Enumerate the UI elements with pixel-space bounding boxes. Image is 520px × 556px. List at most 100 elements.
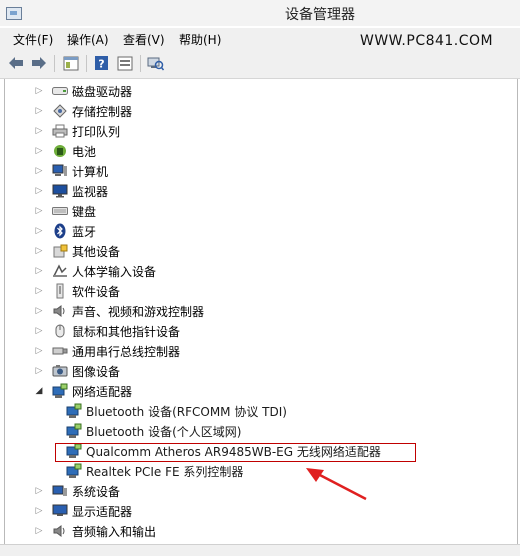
tree-item-label: 计算机	[72, 164, 109, 179]
network-adapter-icon	[52, 383, 68, 399]
tree-item-label: 存储控制器	[72, 104, 133, 119]
camera-icon	[52, 363, 68, 379]
tree-item-label: 声音、视频和游戏控制器	[72, 304, 205, 319]
tree-item-label: 图像设备	[72, 364, 121, 379]
expand-arrow-icon[interactable]: ▷	[34, 526, 44, 536]
computer-icon	[52, 163, 68, 179]
annotation-arrow	[306, 468, 367, 501]
tree-item-usb-controllers[interactable]: ▷ 通用串行总线控制器	[34, 341, 180, 361]
tree-child-bluetooth-rfcomm[interactable]: Bluetooth 设备(RFCOMM 协议 TDI)	[66, 401, 287, 421]
tree-item-hid[interactable]: ▷ 人体学输入设备	[34, 261, 156, 281]
horizontal-scrollbar[interactable]	[0, 544, 520, 556]
toolbar-separator	[86, 55, 87, 72]
expand-arrow-icon[interactable]: ▷	[34, 226, 44, 236]
keyboard-icon	[52, 203, 68, 219]
tree-item-label: Realtek PCIe FE 系列控制器	[86, 464, 244, 479]
software-device-icon	[52, 283, 68, 299]
toolbar-separator	[140, 55, 141, 72]
tree-item-monitors[interactable]: ▷ 监视器	[34, 181, 108, 201]
monitor-icon	[52, 183, 68, 199]
tree-item-label: 监视器	[72, 184, 109, 199]
tree-item-imaging-devices[interactable]: ▷ 图像设备	[34, 361, 120, 381]
tree-item-mice[interactable]: ▷ 鼠标和其他指针设备	[34, 321, 180, 341]
system-device-icon	[52, 483, 68, 499]
tree-item-disk-drives[interactable]: ▷ 磁盘驱动器	[34, 81, 132, 101]
tree-item-system-devices[interactable]: ▷ 系统设备	[34, 481, 120, 501]
mouse-icon	[52, 323, 68, 339]
toolbar: ?	[0, 50, 520, 79]
menu-view[interactable]: 查看(V)	[123, 31, 165, 48]
usb-icon	[52, 343, 68, 359]
title-bar: 设备管理器	[0, 0, 520, 26]
help-icon[interactable]: ?	[93, 55, 110, 71]
view-icon[interactable]	[116, 55, 133, 71]
menu-help[interactable]: 帮助(H)	[179, 31, 221, 48]
tree-child-realtek-pcie[interactable]: Realtek PCIe FE 系列控制器	[66, 461, 243, 481]
storage-controller-icon	[52, 103, 68, 119]
window-title: 设备管理器	[285, 7, 355, 23]
tree-item-print-queues[interactable]: ▷ 打印队列	[34, 121, 120, 141]
expand-arrow-icon[interactable]: ▷	[34, 266, 44, 276]
expand-arrow-icon[interactable]: ▷	[34, 366, 44, 376]
menu-action[interactable]: 操作(A)	[67, 31, 109, 48]
tree-item-storage-controllers[interactable]: ▷ 存储控制器	[34, 101, 132, 121]
disk-drive-icon	[52, 83, 68, 99]
tree-item-network-adapters[interactable]: ◢ 网络适配器	[34, 381, 132, 401]
network-adapter-icon	[66, 463, 82, 479]
network-adapter-icon	[66, 423, 82, 439]
expand-arrow-icon[interactable]: ▷	[34, 186, 44, 196]
menu-file[interactable]: 文件(F)	[13, 31, 53, 48]
expand-arrow-icon[interactable]: ▷	[34, 306, 44, 316]
tree-item-label: 系统设备	[72, 484, 121, 499]
expand-arrow-icon[interactable]: ▷	[34, 106, 44, 116]
expand-arrow-icon[interactable]: ▷	[34, 326, 44, 336]
tree-item-batteries[interactable]: ▷ 电池	[34, 141, 96, 161]
tree-item-computer[interactable]: ▷ 计算机	[34, 161, 108, 181]
tree-item-label: 电池	[72, 144, 97, 159]
tree-item-sound-video-game[interactable]: ▷ 声音、视频和游戏控制器	[34, 301, 204, 321]
audio-io-icon	[52, 523, 68, 539]
expand-arrow-icon[interactable]: ▷	[34, 286, 44, 296]
scan-hardware-icon[interactable]	[147, 55, 164, 71]
tree-child-bluetooth-pan[interactable]: Bluetooth 设备(个人区域网)	[66, 421, 241, 441]
svg-text:?: ?	[98, 58, 104, 71]
tree-item-label: Bluetooth 设备(RFCOMM 协议 TDI)	[86, 404, 287, 419]
expand-arrow-icon[interactable]: ▷	[34, 246, 44, 256]
tree-item-label: Bluetooth 设备(个人区域网)	[86, 424, 242, 439]
expand-arrow-icon[interactable]: ▷	[34, 86, 44, 96]
expand-arrow-icon[interactable]: ▷	[34, 146, 44, 156]
tree-item-label: 键盘	[72, 204, 97, 219]
tree-item-label: 打印队列	[72, 124, 121, 139]
tree-item-display-adapters[interactable]: ▷ 显示适配器	[34, 501, 132, 521]
display-adapter-icon	[52, 503, 68, 519]
printer-icon	[52, 123, 68, 139]
forward-icon[interactable]	[30, 55, 47, 71]
tree-item-audio-io[interactable]: ▷ 音频输入和输出	[34, 521, 156, 541]
collapse-arrow-icon[interactable]: ◢	[34, 386, 44, 396]
network-adapter-icon	[66, 403, 82, 419]
tree-item-software-devices[interactable]: ▷ 软件设备	[34, 281, 120, 301]
tree-item-label: 人体学输入设备	[72, 264, 157, 279]
expand-arrow-icon[interactable]: ▷	[34, 506, 44, 516]
tree-item-label: 鼠标和其他指针设备	[72, 324, 181, 339]
tree-item-label: 显示适配器	[72, 504, 133, 519]
watermark: WWW.PC841.COM	[360, 33, 494, 49]
expand-arrow-icon[interactable]: ▷	[34, 486, 44, 496]
hid-icon	[52, 263, 68, 279]
expand-arrow-icon[interactable]: ▷	[34, 346, 44, 356]
tree-item-label: 磁盘驱动器	[72, 84, 133, 99]
battery-icon	[52, 143, 68, 159]
tree-item-label: 音频输入和输出	[72, 524, 157, 539]
back-icon[interactable]	[7, 55, 24, 71]
sound-icon	[52, 303, 68, 319]
expand-arrow-icon[interactable]: ▷	[34, 126, 44, 136]
properties-icon[interactable]	[62, 55, 79, 71]
tree-item-label: 蓝牙	[72, 224, 97, 239]
tree-item-label: 通用串行总线控制器	[72, 344, 181, 359]
tree-item-bluetooth[interactable]: ▷ 蓝牙	[34, 221, 96, 241]
expand-arrow-icon[interactable]: ▷	[34, 166, 44, 176]
tree-item-keyboards[interactable]: ▷ 键盘	[34, 201, 96, 221]
tree-item-other-devices[interactable]: ▷ 其他设备	[34, 241, 120, 261]
expand-arrow-icon[interactable]: ▷	[34, 206, 44, 216]
toolbar-separator	[54, 55, 55, 72]
